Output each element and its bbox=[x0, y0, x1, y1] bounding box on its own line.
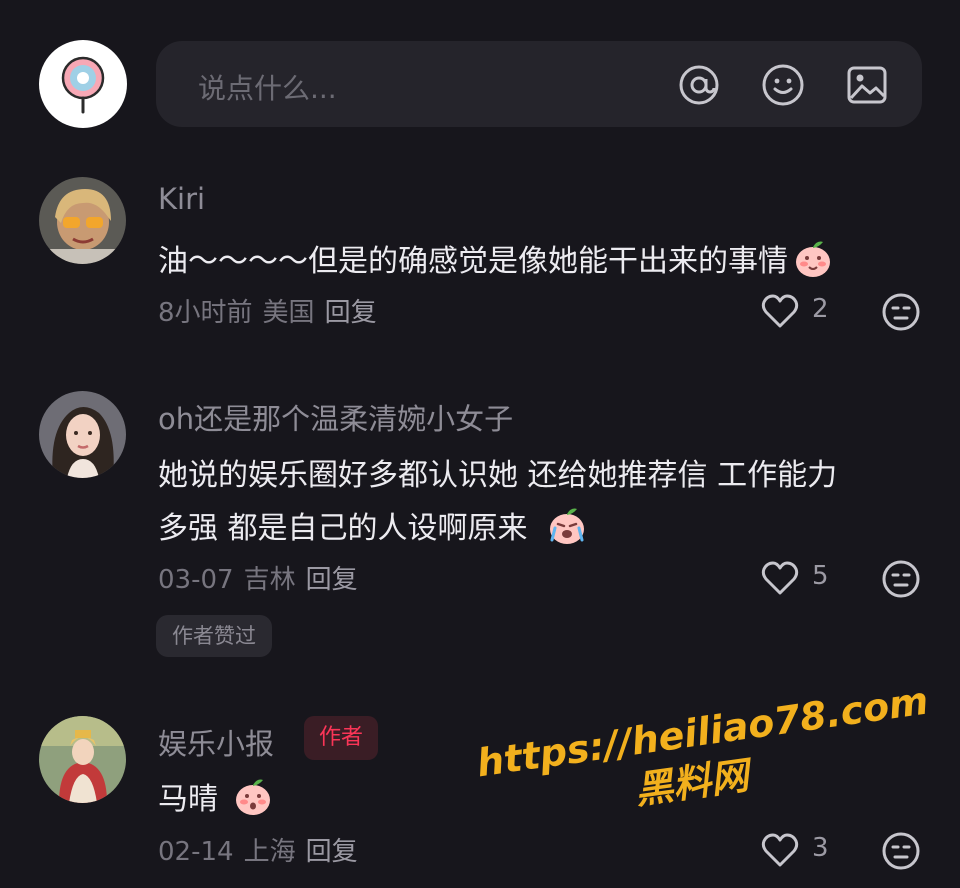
peach-sticker-icon bbox=[546, 504, 588, 546]
comment-meta: 02-14 上海 回复 bbox=[158, 831, 368, 868]
comment-username[interactable]: oh还是那个温柔清婉小女子 bbox=[158, 396, 513, 438]
comment-time: 02-14 bbox=[158, 837, 234, 867]
comment-username[interactable]: 娱乐小报 bbox=[158, 721, 274, 763]
comment-location: 美国 bbox=[262, 298, 315, 328]
comment-input[interactable]: 说点什么... bbox=[156, 41, 922, 127]
watermark: https://heiliao78.com 黑料网 bbox=[473, 678, 932, 858]
heart-outline-icon bbox=[761, 833, 799, 867]
comment-text-line: 油～～～～但是的确感觉是像她能干出来的事情 bbox=[158, 244, 788, 279]
comment-time: 8小时前 bbox=[158, 298, 253, 328]
comment-username[interactable]: Kiri bbox=[158, 182, 205, 216]
avatar[interactable] bbox=[39, 177, 126, 264]
author-liked-tag: 作者赞过 bbox=[156, 615, 272, 657]
reply-button[interactable]: 回复 bbox=[306, 837, 358, 867]
reply-button[interactable]: 回复 bbox=[306, 565, 358, 595]
dislike-button[interactable] bbox=[880, 830, 922, 872]
like-button[interactable]: 5 bbox=[760, 557, 840, 601]
comment-text-line: 马晴 bbox=[158, 782, 218, 817]
peach-sticker-icon bbox=[792, 237, 834, 279]
dislike-button[interactable] bbox=[880, 558, 922, 600]
avatar[interactable] bbox=[39, 716, 126, 803]
comment-time: 03-07 bbox=[158, 565, 234, 595]
comment-location: 吉林 bbox=[243, 565, 296, 595]
dislike-button[interactable] bbox=[880, 291, 922, 333]
comment-location: 上海 bbox=[243, 837, 296, 867]
like-button[interactable]: 2 bbox=[760, 290, 840, 334]
my-avatar[interactable] bbox=[39, 40, 127, 128]
avatar[interactable] bbox=[39, 391, 126, 478]
neutral-face-icon bbox=[882, 560, 920, 598]
comment-composer: 说点什么... bbox=[0, 0, 960, 150]
comment-meta: 03-07 吉林 回复 bbox=[158, 559, 368, 596]
comment-text-line: 多强 都是自己的人设啊原来 bbox=[158, 511, 528, 546]
like-count: 3 bbox=[812, 833, 829, 863]
reply-button[interactable]: 回复 bbox=[325, 298, 377, 328]
comment-text: 油～～～～但是的确感觉是像她能干出来的事情 bbox=[158, 236, 834, 280]
image-icon[interactable] bbox=[844, 62, 890, 108]
comment-text: 马晴 bbox=[158, 774, 274, 818]
smiley-icon[interactable] bbox=[760, 62, 806, 108]
comment-input-placeholder: 说点什么... bbox=[198, 72, 337, 105]
lollipop-logo-icon bbox=[61, 56, 105, 114]
at-sign-icon[interactable] bbox=[676, 62, 722, 108]
comment-text: 多强 都是自己的人设啊原来 bbox=[158, 503, 588, 547]
neutral-face-icon bbox=[882, 293, 920, 331]
heart-outline-icon bbox=[761, 294, 799, 328]
comment-meta: 8小时前 美国 回复 bbox=[158, 292, 387, 329]
comment-text-line: 她说的娱乐圈好多都认识她 还给她推荐信 工作能力 bbox=[158, 458, 838, 493]
author-badge: 作者 bbox=[304, 716, 379, 760]
peach-sticker-icon bbox=[232, 775, 274, 817]
like-button[interactable]: 3 bbox=[760, 829, 840, 873]
watermark-url: https://heiliao78.com bbox=[473, 678, 932, 786]
watermark-name: 黑料网 bbox=[632, 753, 752, 813]
like-count: 2 bbox=[812, 294, 829, 324]
heart-outline-icon bbox=[761, 561, 799, 595]
like-count: 5 bbox=[812, 561, 829, 591]
neutral-face-icon bbox=[882, 832, 920, 870]
